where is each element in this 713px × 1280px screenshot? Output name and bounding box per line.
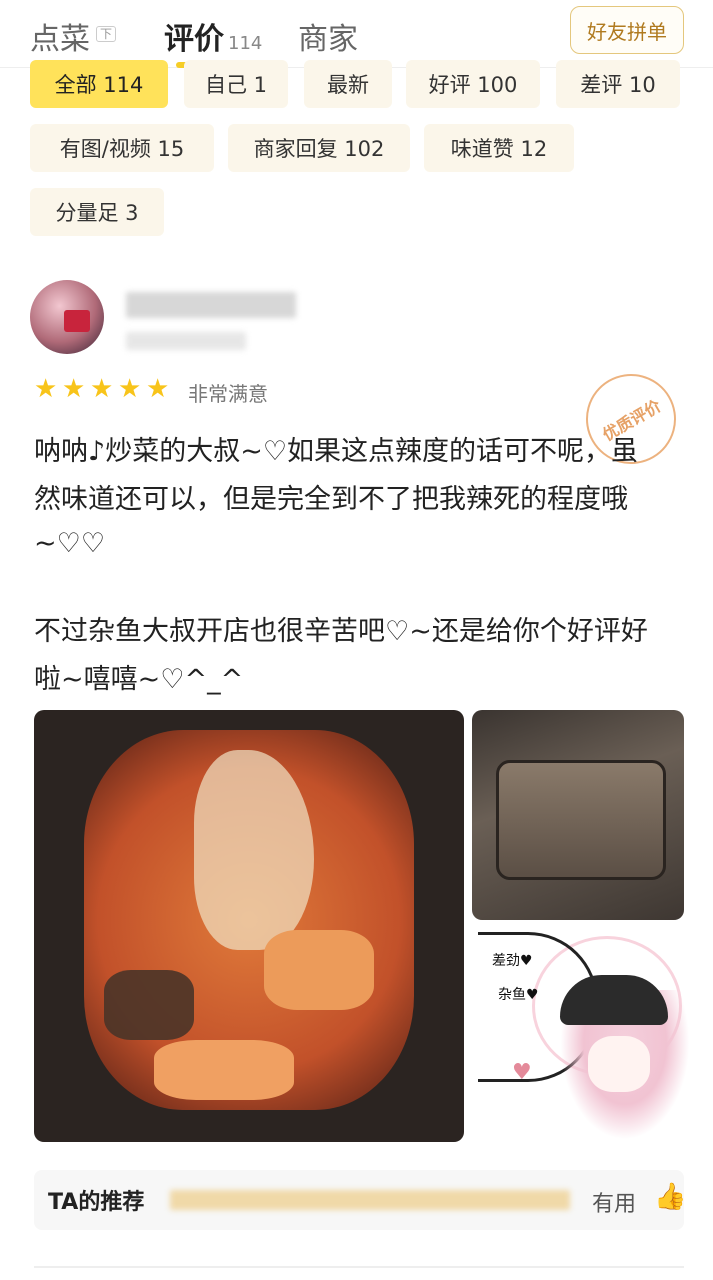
review-line-2: 然味道还可以，但是完全到不了把我辣死的程度哦 [34, 484, 628, 515]
tab-order[interactable]: 点菜下 [30, 14, 117, 58]
tab-order-label: 点菜 [30, 22, 90, 57]
tab-order-tag: 下 [96, 26, 117, 42]
tab-merchant-label: 商家 [298, 22, 358, 57]
tab-reviews-count: 114 [228, 33, 263, 54]
useful-button[interactable]: 有用 [592, 1186, 636, 1218]
tab-reviews-label: 评价 [164, 22, 224, 57]
filter-negative[interactable]: 差评 10 [556, 60, 680, 108]
star-icon: ★ [34, 374, 58, 404]
review-line-3: ~♡♡ [34, 528, 106, 559]
filter-large-portion[interactable]: 分量足 3 [30, 188, 164, 236]
thumbs-up-icon[interactable]: 👍 [654, 1182, 686, 1212]
recommended-dishes-blurred [170, 1190, 570, 1210]
filter-taste-good[interactable]: 味道赞 12 [424, 124, 574, 172]
star-icon: ★ [90, 374, 114, 404]
star-icon: ★ [62, 374, 86, 404]
rating-text: 非常满意 [188, 382, 268, 406]
filter-merchant-reply[interactable]: 商家回复 102 [228, 124, 410, 172]
filter-with-media[interactable]: 有图/视频 15 [30, 124, 214, 172]
sticker-text-2: 杂鱼♥ [498, 987, 539, 1003]
heart-icon: ♥ [512, 1060, 532, 1085]
review-meta-blurred [126, 332, 246, 350]
reviewer-name-blurred [126, 292, 296, 318]
filter-latest[interactable]: 最新 [304, 60, 392, 108]
review-photo-empty-box[interactable] [472, 710, 684, 920]
top-tabs-bar: 点菜下 评价 114 商家 好友拼单 [0, 0, 713, 68]
tab-merchant[interactable]: 商家 [298, 14, 358, 58]
tab-reviews[interactable]: 评价 114 [164, 14, 262, 58]
sticker-character-face [588, 1036, 650, 1092]
star-icon: ★ [118, 374, 142, 404]
filter-positive[interactable]: 好评 100 [406, 60, 540, 108]
recommended-label: TA的推荐 [48, 1190, 145, 1215]
sticker-text-1: 差劲♥ [492, 953, 533, 969]
filter-mine[interactable]: 自己 1 [184, 60, 288, 108]
reviewer-avatar[interactable] [30, 280, 104, 354]
rating-stars: ★ ★ ★ ★ ★ [34, 376, 172, 402]
filter-all[interactable]: 全部 114 [30, 60, 168, 108]
divider [34, 1266, 684, 1268]
review-photo-food[interactable] [34, 710, 464, 1142]
star-icon: ★ [146, 374, 170, 404]
review-line-1: 呐呐♪炒菜的大叔~♡如果这点辣度的话可不呢，虽 [34, 436, 639, 467]
review-line-5: 啦~嘻嘻~♡^_^ [34, 664, 244, 695]
review-line-4: 不过杂鱼大叔开店也很辛苦吧♡~还是给你个好评好 [34, 616, 648, 647]
group-order-button[interactable]: 好友拼单 [570, 6, 684, 54]
